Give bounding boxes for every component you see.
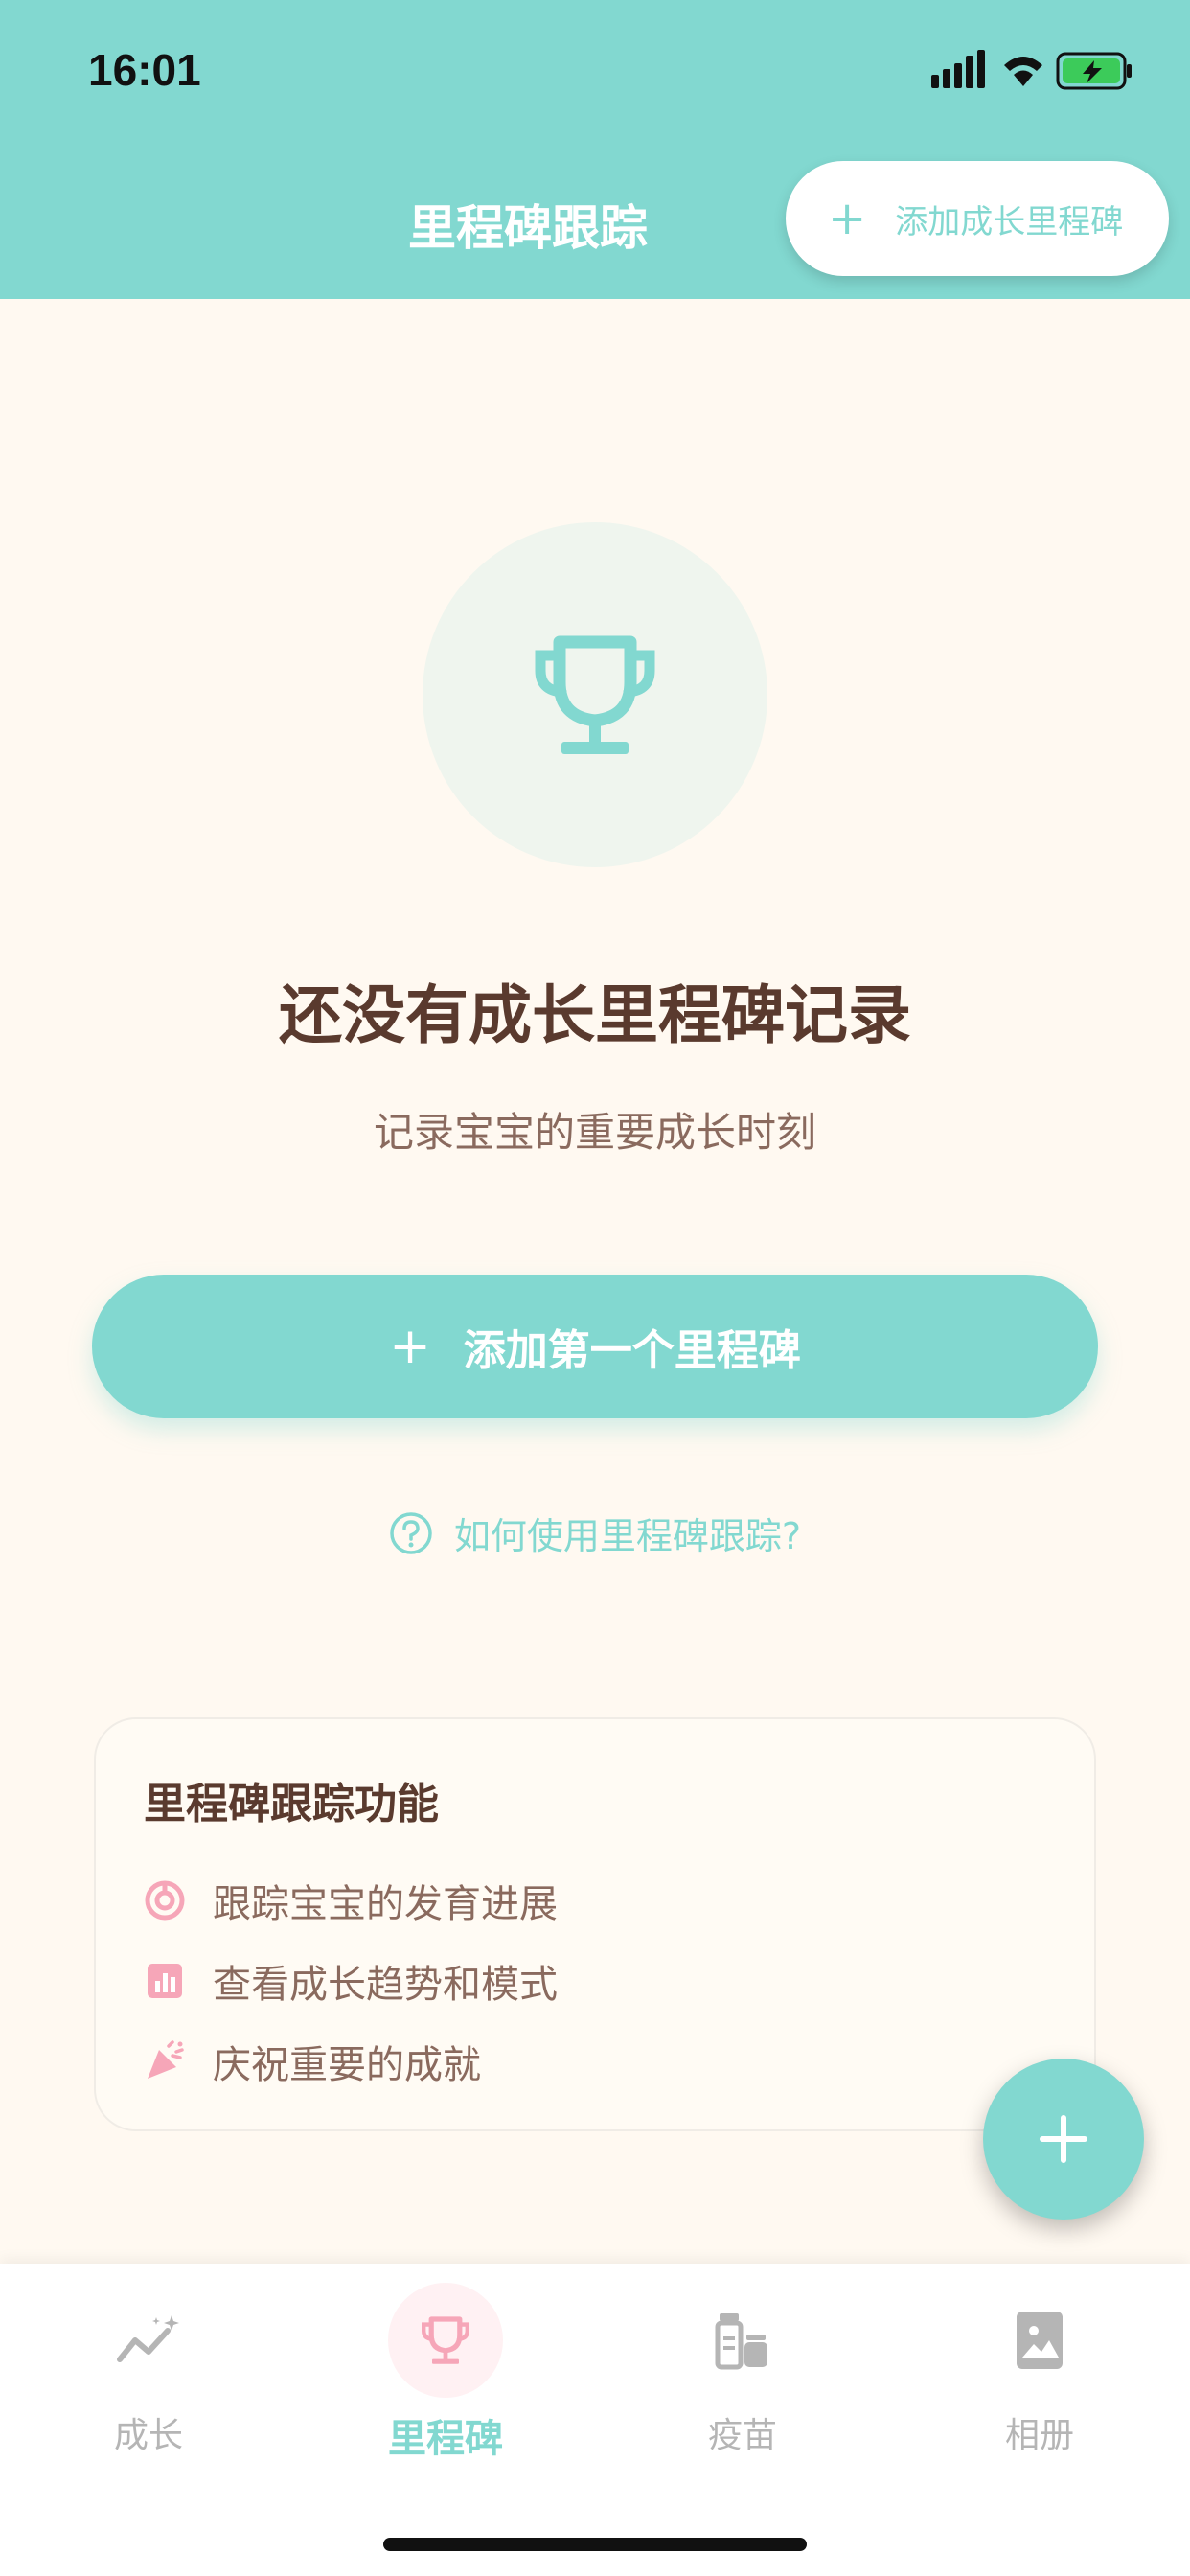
feature-item-text: 查看成长趋势和模式	[213, 1963, 558, 2007]
feature-item: 庆祝重要的成就	[144, 2034, 481, 2089]
plus-icon: +	[828, 192, 867, 245]
add-milestone-button[interactable]: + 添加成长里程碑	[786, 161, 1169, 276]
feature-card: 里程碑跟踪功能 跟踪宝宝的发育进展 查看成长趋势和模式 庆祝重要的成就	[94, 1717, 1096, 2131]
signal-icon	[931, 50, 1132, 90]
question-icon	[390, 1511, 432, 1554]
status-bar: 16:01	[0, 0, 1190, 144]
bar-chart-icon	[148, 1964, 182, 1998]
target-icon	[145, 1880, 185, 1920]
home-indicator	[383, 2538, 807, 2551]
feature-item-text: 跟踪宝宝的发育进展	[213, 1882, 558, 1926]
help-link[interactable]: 如何使用里程碑跟踪?	[0, 1506, 1190, 1559]
app-header: 16:01 里程碑跟踪 + 添加成长里程碑	[0, 0, 1190, 299]
trophy-icon	[422, 2316, 469, 2364]
empty-state-title: 还没有成长里程碑记录	[279, 978, 911, 1052]
vaccine-icon	[715, 2313, 767, 2370]
nav-label: 疫苗	[707, 2416, 777, 2455]
party-popper-icon	[148, 2040, 184, 2079]
nav-label: 相册	[1004, 2416, 1074, 2455]
plus-icon	[1040, 2115, 1087, 2163]
photo-album-icon	[1017, 2312, 1063, 2369]
nav-label: 成长	[113, 2416, 183, 2455]
nav-item-album[interactable]: 相册	[891, 2264, 1188, 2474]
bottom-nav: 成长 里程碑 疫苗 相册	[0, 2264, 1190, 2576]
feature-item: 跟踪宝宝的发育进展	[144, 1873, 558, 1928]
add-first-milestone-label: 添加第一个里程碑	[463, 1326, 801, 1375]
help-link-label: 如何使用里程碑跟踪?	[453, 1515, 802, 1557]
nav-label: 里程碑	[388, 2417, 503, 2461]
nav-item-milestones[interactable]: 里程碑	[297, 2264, 594, 2474]
empty-state-subtitle: 记录宝宝的重要成长时刻	[373, 1109, 816, 1156]
growth-chart-icon	[117, 2315, 179, 2362]
status-time: 16:01	[88, 45, 201, 95]
status-icons	[929, 50, 1140, 92]
add-milestone-label: 添加成长里程碑	[895, 202, 1124, 242]
floating-add-button[interactable]	[983, 2058, 1144, 2220]
nav-item-vaccines[interactable]: 疫苗	[594, 2264, 891, 2474]
plus-icon: +	[389, 1318, 431, 1375]
trophy-icon	[535, 635, 655, 754]
feature-item-text: 庆祝重要的成就	[213, 2043, 481, 2087]
feature-item: 查看成长趋势和模式	[144, 1953, 558, 2009]
add-first-milestone-button[interactable]: + 添加第一个里程碑	[92, 1275, 1098, 1418]
feature-card-title: 里程碑跟踪功能	[144, 1780, 439, 1828]
nav-item-growth[interactable]: 成长	[0, 2264, 297, 2474]
empty-state-illustration	[423, 522, 767, 867]
